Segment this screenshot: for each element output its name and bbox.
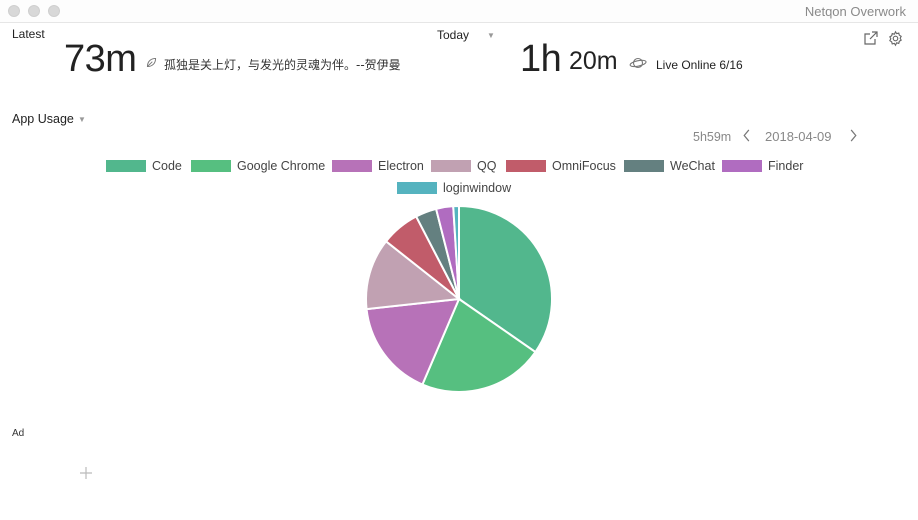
- usage-date: 2018-04-09: [765, 129, 832, 144]
- leaf-icon: [145, 56, 158, 69]
- legend-label: WeChat: [670, 159, 715, 173]
- planet-icon: [629, 55, 647, 71]
- legend-label: loginwindow: [443, 181, 512, 195]
- latest-quote: 孤独是关上灯，与发光的灵魂为伴。--贺伊曼: [164, 58, 401, 72]
- close-window-button[interactable]: [8, 5, 20, 17]
- gear-icon[interactable]: [887, 30, 904, 47]
- legend-label: Finder: [768, 159, 804, 173]
- chevron-left-icon[interactable]: [742, 129, 752, 142]
- legend-swatch: [106, 160, 146, 172]
- today-caret-icon[interactable]: ▼: [487, 31, 495, 40]
- today-hours: 1h: [520, 38, 562, 80]
- zoom-window-button[interactable]: [48, 5, 60, 17]
- app-usage-caret-icon[interactable]: ▼: [78, 115, 86, 124]
- latest-value: 73m: [64, 38, 137, 80]
- title-bar: Netqon Overwork: [0, 0, 918, 23]
- ad-label: Ad: [12, 428, 25, 439]
- legend-swatch: [431, 160, 471, 172]
- legend-swatch: [397, 182, 437, 194]
- legend-swatch: [624, 160, 664, 172]
- plus-icon[interactable]: [79, 466, 93, 480]
- latest-label: Latest: [12, 27, 45, 41]
- live-online-status: Live Online 6/16: [656, 58, 743, 72]
- legend-swatch: [506, 160, 546, 172]
- external-link-icon[interactable]: [863, 30, 879, 46]
- app-usage-dropdown-label[interactable]: App Usage: [12, 112, 74, 126]
- minimize-window-button[interactable]: [28, 5, 40, 17]
- legend-label: Google Chrome: [237, 159, 326, 173]
- usage-total: 5h59m: [693, 130, 732, 144]
- today-minutes: 20m: [569, 47, 618, 75]
- legend-label: Code: [152, 159, 182, 173]
- legend-swatch: [191, 160, 231, 172]
- legend-swatch: [722, 160, 762, 172]
- chevron-right-icon[interactable]: [848, 129, 858, 142]
- legend-label: QQ: [477, 159, 497, 173]
- app-usage-pie-chart: [365, 204, 553, 393]
- today-dropdown-label[interactable]: Today: [437, 28, 469, 42]
- legend-swatch: [332, 160, 372, 172]
- window-title: Netqon Overwork: [804, 4, 906, 19]
- legend-label: OmniFocus: [552, 159, 616, 173]
- legend-label: Electron: [378, 159, 424, 173]
